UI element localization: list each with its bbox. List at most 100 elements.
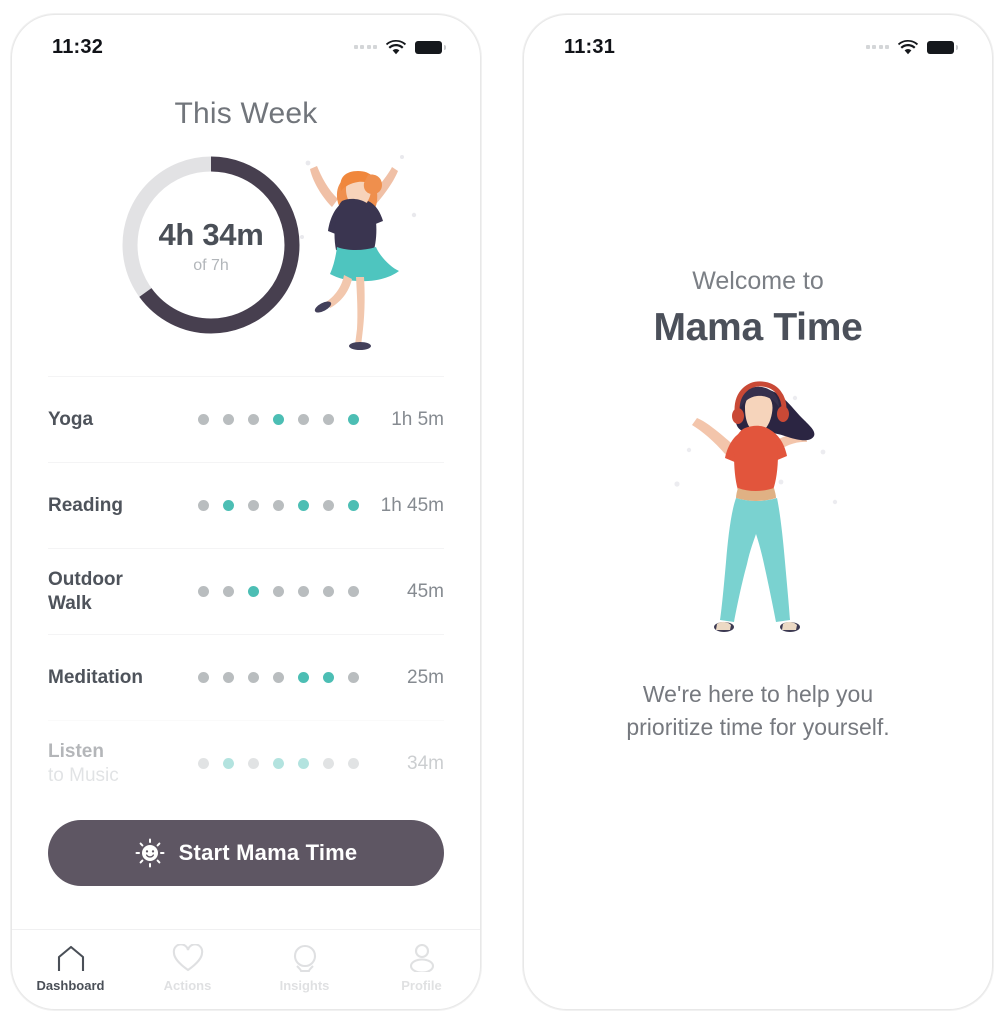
table-row[interactable]: Meditation 25m bbox=[48, 634, 444, 720]
activity-list: Yoga 1h 5m Reading 1h 45m Outdoor Walk 4… bbox=[12, 376, 480, 806]
welcome-screen: Welcome to Mama Time We're here to help … bbox=[524, 267, 992, 1009]
day-dot-active bbox=[298, 500, 310, 511]
activity-name: Meditation bbox=[48, 666, 143, 688]
day-dot-inactive bbox=[323, 586, 335, 597]
signal-dots-icon bbox=[353, 45, 377, 49]
activity-day-dots bbox=[182, 672, 360, 683]
day-dot-inactive bbox=[248, 672, 260, 683]
start-session-area: Start Mama Time bbox=[12, 806, 480, 886]
day-dot-inactive bbox=[273, 500, 285, 511]
start-mama-time-button[interactable]: Start Mama Time bbox=[48, 820, 444, 886]
welcome-body-text: We're here to help you prioritize time f… bbox=[524, 678, 992, 743]
day-dot-active bbox=[273, 414, 285, 425]
ring-center-label: 4h 34m of 7h bbox=[101, 217, 321, 275]
day-dot-active bbox=[323, 672, 335, 683]
day-dot-inactive bbox=[198, 414, 210, 425]
home-icon bbox=[56, 942, 86, 972]
day-dot-inactive bbox=[298, 414, 310, 425]
welcome-body-line1: We're here to help you bbox=[642, 681, 874, 707]
weekly-summary-hero: 4h 34m of 7h bbox=[12, 145, 480, 360]
activity-name: Outdoor Walk bbox=[48, 569, 123, 614]
day-dot-inactive bbox=[348, 758, 360, 769]
start-mama-time-label: Start Mama Time bbox=[178, 840, 358, 865]
page-title: This Week bbox=[174, 97, 318, 130]
tab-dashboard-label: Dashboard bbox=[36, 978, 105, 993]
ring-total-value: 4h 34m bbox=[158, 217, 264, 252]
activity-name: Reading bbox=[48, 494, 123, 516]
app-name: Mama Time bbox=[653, 306, 863, 349]
bottom-tab-bar: Dashboard Actions Insights Profile bbox=[12, 929, 480, 1007]
tab-profile[interactable]: Profile bbox=[363, 942, 480, 993]
day-dot-inactive bbox=[273, 672, 285, 683]
day-dot-inactive bbox=[348, 672, 360, 683]
day-dot-inactive bbox=[298, 586, 310, 597]
tab-insights-label: Insights bbox=[279, 978, 330, 993]
day-dot-active bbox=[348, 414, 360, 425]
tab-insights[interactable]: Insights bbox=[246, 942, 363, 993]
phone-dashboard: 11:32 This Week 4h 34m of 7h Yoga 1h 5m … bbox=[11, 14, 481, 1010]
activity-day-dots bbox=[182, 414, 360, 425]
activity-day-dots bbox=[182, 500, 360, 511]
day-dot-inactive bbox=[323, 500, 335, 511]
status-bar-dashboard: 11:32 bbox=[12, 15, 480, 67]
table-row[interactable]: Reading 1h 45m bbox=[48, 462, 444, 548]
day-dot-inactive bbox=[248, 758, 260, 769]
day-dot-inactive bbox=[323, 758, 335, 769]
day-dot-active bbox=[223, 500, 235, 511]
phone-welcome: 11:31 Welcome to Mama Time We're here to… bbox=[523, 14, 993, 1010]
activity-name: Listen to Music bbox=[48, 741, 119, 786]
status-time: 11:31 bbox=[564, 35, 616, 58]
day-dot-active bbox=[248, 586, 260, 597]
welcome-greeting: Welcome to bbox=[692, 267, 824, 295]
status-indicators bbox=[353, 39, 446, 55]
signal-dots-icon bbox=[865, 45, 889, 49]
day-dot-inactive bbox=[223, 586, 235, 597]
day-dot-inactive bbox=[248, 414, 260, 425]
day-dot-inactive bbox=[273, 586, 285, 597]
woman-dancing-headphones-illustration bbox=[663, 376, 853, 644]
table-row[interactable]: Listen to Music 34m bbox=[48, 720, 444, 806]
welcome-body-line2: prioritize time for yourself. bbox=[626, 713, 890, 740]
dashboard-screen: This Week 4h 34m of 7h Yoga 1h 5m Readin… bbox=[12, 97, 480, 1009]
day-dot-active bbox=[348, 500, 360, 511]
woman-dancing-skirt-illustration bbox=[294, 151, 429, 351]
day-dot-inactive bbox=[198, 500, 210, 511]
day-dot-inactive bbox=[223, 672, 235, 683]
app-store-screenshot-pair: 11:32 This Week 4h 34m of 7h Yoga 1h 5m … bbox=[0, 0, 1004, 1024]
day-dot-active bbox=[223, 758, 235, 769]
day-dot-inactive bbox=[248, 500, 260, 511]
status-indicators bbox=[865, 39, 958, 55]
tab-actions[interactable]: Actions bbox=[129, 942, 246, 993]
activity-name: Yoga bbox=[48, 408, 94, 430]
activity-duration: 45m bbox=[407, 580, 444, 602]
person-icon bbox=[407, 942, 437, 972]
tab-dashboard[interactable]: Dashboard bbox=[12, 942, 129, 993]
day-dot-inactive bbox=[323, 414, 335, 425]
day-dot-inactive bbox=[198, 758, 210, 769]
sun-smile-icon bbox=[135, 838, 165, 868]
wifi-icon bbox=[386, 39, 406, 55]
weekly-progress-ring: 4h 34m of 7h bbox=[101, 145, 321, 345]
ring-goal-value: of 7h bbox=[193, 257, 229, 274]
status-time: 11:32 bbox=[52, 35, 104, 58]
tab-profile-label: Profile bbox=[401, 978, 442, 993]
battery-full-icon bbox=[927, 40, 958, 54]
tab-actions-label: Actions bbox=[163, 978, 212, 993]
day-dot-inactive bbox=[198, 586, 210, 597]
day-dot-inactive bbox=[348, 586, 360, 597]
day-dot-inactive bbox=[198, 672, 210, 683]
crystal-ball-icon bbox=[290, 942, 320, 972]
table-row[interactable]: Outdoor Walk 45m bbox=[48, 548, 444, 634]
activity-duration: 34m bbox=[407, 752, 444, 774]
activity-day-dots bbox=[182, 758, 360, 769]
battery-full-icon bbox=[415, 40, 446, 54]
heart-icon bbox=[172, 942, 204, 972]
day-dot-active bbox=[273, 758, 285, 769]
day-dot-inactive bbox=[223, 414, 235, 425]
day-dot-active bbox=[298, 672, 310, 683]
activity-duration: 1h 45m bbox=[380, 494, 444, 516]
table-row[interactable]: Yoga 1h 5m bbox=[48, 376, 444, 462]
activity-day-dots bbox=[182, 586, 360, 597]
activity-duration: 25m bbox=[407, 666, 444, 688]
activity-duration: 1h 5m bbox=[391, 408, 444, 430]
